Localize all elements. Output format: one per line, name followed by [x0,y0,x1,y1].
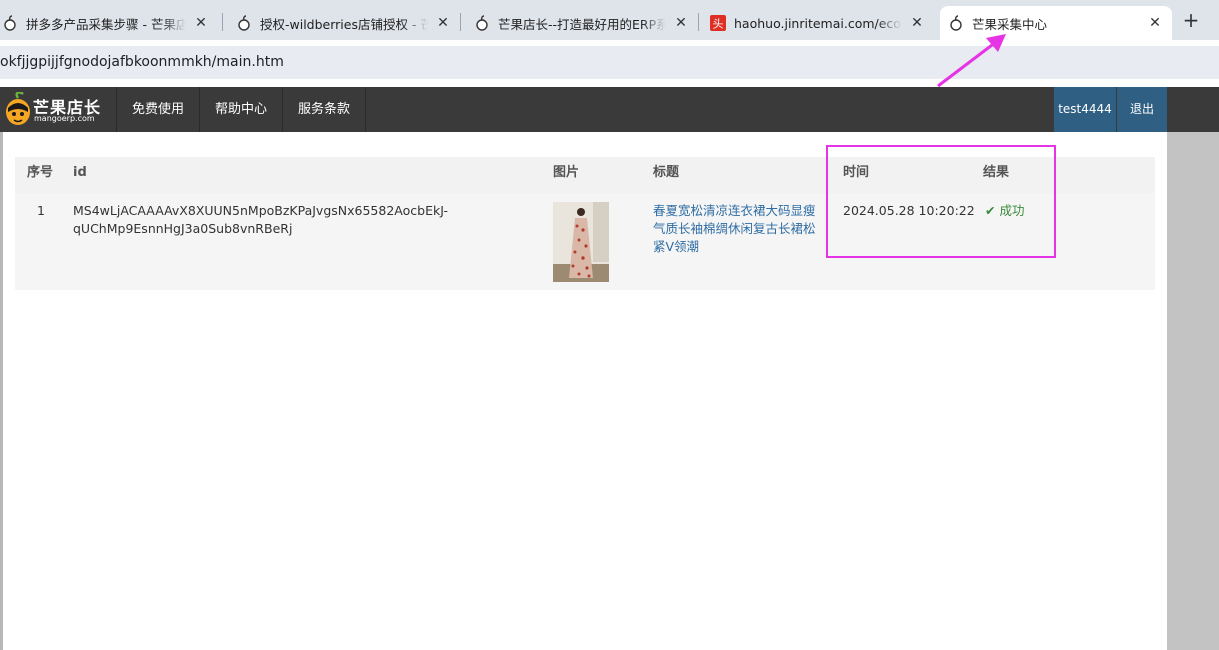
logo-subtitle: mangoerp.com [34,114,95,123]
browser-tabstrip: 拼多多产品采集步骤 - 芒果店长 ✕ 授权-wildberries店铺授权 - … [0,0,1219,40]
address-bar[interactable]: okfjjgpijjfgnodojafbkoonmmkh/main.htm [0,46,1219,79]
header-index: 序号 [27,165,54,180]
title-line1: 春夏宽松清凉连衣裙大码显瘦 [653,203,816,218]
user-account-button[interactable]: test4444 [1054,87,1116,132]
logout-button[interactable]: 退出 [1117,87,1167,132]
title-line3: 紧V领潮 [653,239,700,254]
tab-separator [222,13,223,31]
nav-free-use[interactable]: 免费使用 [117,87,200,132]
tab-separator [460,13,461,31]
tab-title: 芒果店长--打造最好用的ERP系统 [498,16,666,32]
url-text: okfjjgpijjfgnodojafbkoonmmkh/main.htm [0,54,284,70]
tab-title: 授权-wildberries店铺授权 - 芒果 [260,16,428,32]
site-navbar: 芒果店长 mangoerp.com 免费使用 帮助中心 服务条款 test444… [0,87,1219,132]
browser-tab[interactable]: 授权-wildberries店铺授权 - 芒果 ✕ [228,6,460,40]
header-title: 标题 [653,165,680,180]
header-id: id [73,165,87,180]
tab-close-icon[interactable]: ✕ [672,15,690,31]
nav-terms[interactable]: 服务条款 [283,87,366,132]
tab-close-icon[interactable]: ✕ [1146,15,1164,31]
product-thumbnail[interactable] [553,202,609,282]
row-id-line2: qUChMp9EsnnHgJ3a0Sub8vnRBeRj [73,221,293,236]
row-index: 1 [37,203,45,218]
tab-title: 拼多多产品采集步骤 - 芒果店长 [26,16,186,32]
toutiao-favicon-icon: 头 [710,15,726,31]
header-image: 图片 [553,165,580,180]
mango-favicon-icon [474,15,490,31]
browser-tab[interactable]: 头 haohuo.jinritemai.com/ecom ✕ [702,6,934,40]
product-title-link[interactable]: 春夏宽松清凉连衣裙大码显瘦 气质长袖棉绸休闲复古长裙松 紧V领潮 [653,202,831,256]
site-logo[interactable]: 芒果店长 mangoerp.com [0,87,117,132]
annotation-arrow-icon [937,34,1006,88]
address-bar-area: okfjjgpijjfgnodojafbkoonmmkh/main.htm [0,40,1219,87]
mango-logo-icon [4,91,32,130]
tab-close-icon[interactable]: ✕ [908,15,926,31]
tab-close-icon[interactable]: ✕ [434,15,452,31]
right-gutter [1167,132,1219,650]
nav-help-center[interactable]: 帮助中心 [200,87,283,132]
tab-separator [698,13,699,31]
mango-favicon-icon [236,15,252,31]
tab-close-icon[interactable]: ✕ [192,15,210,31]
browser-tab[interactable]: 芒果店长--打造最好用的ERP系统 ✕ [466,6,698,40]
svg-text:头: 头 [713,18,724,31]
new-tab-button[interactable]: + [1180,9,1202,31]
mango-favicon-icon [2,15,18,31]
row-id: MS4wLjACAAAAvX8XUUN5nMpoBzKPaJvgsNx65582… [73,202,493,238]
row-id-line1: MS4wLjACAAAAvX8XUUN5nMpoBzKPaJvgsNx65582… [73,203,448,218]
browser-tab[interactable]: 拼多多产品采集步骤 - 芒果店长 ✕ [0,6,216,40]
highlight-box [826,145,1056,258]
title-line2: 气质长袖棉绸休闲复古长裙松 [653,221,816,236]
tab-title: haohuo.jinritemai.com/ecom [734,15,902,31]
